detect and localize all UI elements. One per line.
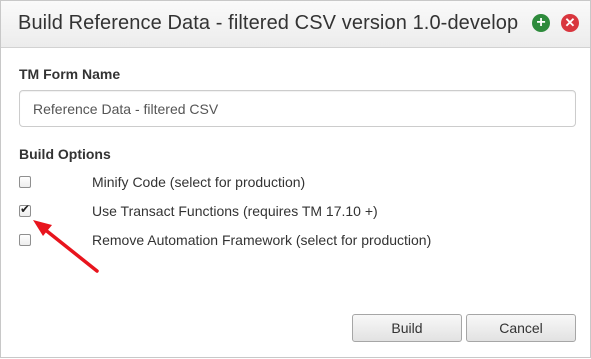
build-button[interactable]: Build (352, 314, 462, 342)
build-dialog: Build Reference Data - filtered CSV vers… (0, 0, 591, 358)
red-arrow-annotation (33, 220, 99, 273)
cancel-button[interactable]: Cancel (466, 314, 576, 342)
